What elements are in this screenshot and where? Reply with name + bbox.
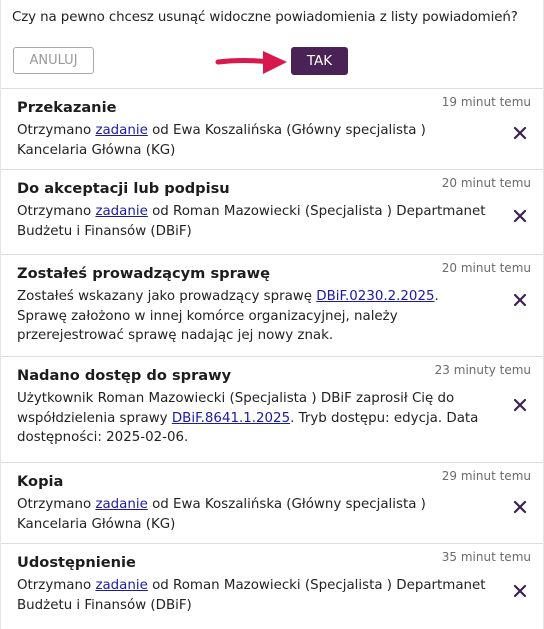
notification-item: Nadano dostęp do sprawy 23 minuty temu U… <box>1 357 543 463</box>
task-link[interactable]: zadanie <box>95 123 147 138</box>
notification-text: Zostałeś wskazany jako prowadzący sprawę… <box>17 287 487 346</box>
case-link[interactable]: DBiF.0230.2.2025 <box>316 289 434 304</box>
notification-text-part: Otrzymano <box>17 123 96 138</box>
arrow-right-icon <box>215 51 287 74</box>
notification-text-part: Otrzymano <box>17 497 96 512</box>
notification-text: Otrzymano zadanie od Roman Mazowiecki (S… <box>17 576 487 615</box>
confirm-button[interactable]: TAK <box>291 47 348 75</box>
close-icon[interactable] <box>513 398 527 412</box>
close-icon[interactable] <box>513 584 527 598</box>
notification-time: 35 minut temu <box>441 550 531 564</box>
notification-text-part: Otrzymano <box>17 204 96 219</box>
notification-item: Zostałeś prowadzącym sprawę 20 minut tem… <box>1 255 543 357</box>
close-icon[interactable] <box>513 209 527 223</box>
notification-time: 23 minuty temu <box>434 363 531 377</box>
notification-text: Otrzymano zadanie od Roman Mazowiecki (S… <box>17 202 487 241</box>
cancel-button[interactable]: ANULUJ <box>13 47 94 74</box>
confirm-question: Czy na pewno chcesz usunąć widoczne powi… <box>12 10 518 25</box>
close-icon[interactable] <box>513 500 527 514</box>
close-icon[interactable] <box>513 293 527 307</box>
notification-text: Użytkownik Roman Mazowiecki (Specjalista… <box>17 389 487 448</box>
notification-item: Kopia 29 minut temu Otrzymano zadanie od… <box>1 463 543 544</box>
task-link[interactable]: zadanie <box>95 497 147 512</box>
notification-text-part: Otrzymano <box>17 578 96 593</box>
notification-time: 20 minut temu <box>441 176 531 190</box>
notification-text-part: Zostałeś wskazany jako prowadzący sprawę <box>17 289 317 304</box>
notification-text: Otrzymano zadanie od Ewa Koszalińska (Gł… <box>17 495 487 534</box>
task-link[interactable]: zadanie <box>95 578 147 593</box>
notification-time: 20 minut temu <box>441 261 531 275</box>
notification-time: 19 minut temu <box>441 95 531 109</box>
notification-time: 29 minut temu <box>441 469 531 483</box>
notification-list: Przekazanie 19 minut temu Otrzymano zada… <box>1 89 543 627</box>
case-link[interactable]: DBiF.8641.1.2025 <box>172 411 290 426</box>
notification-item: Przekazanie 19 minut temu Otrzymano zada… <box>1 89 543 170</box>
notification-item: Udostępnienie 35 minut temu Otrzymano za… <box>1 544 543 627</box>
close-icon[interactable] <box>513 126 527 140</box>
notification-item: Do akceptacji lub podpisu 20 minut temu … <box>1 170 543 255</box>
notification-text: Otrzymano zadanie od Ewa Koszalińska (Gł… <box>17 121 487 160</box>
task-link[interactable]: zadanie <box>95 204 147 219</box>
confirm-dialog: Czy na pewno chcesz usunąć widoczne powi… <box>1 0 543 88</box>
